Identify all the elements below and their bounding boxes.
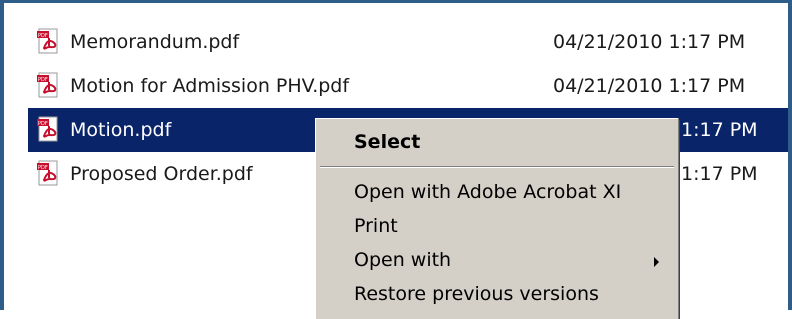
file-explorer-window: PDF Memorandum.pdf 04/21/2010 1:17 PM PD…: [0, 0, 792, 319]
file-name: Proposed Order.pdf: [70, 163, 253, 185]
menu-separator: [320, 166, 674, 168]
svg-text:PDF: PDF: [38, 165, 48, 171]
window-border-left: [0, 0, 4, 310]
file-date: 04/21/2010 1:17 PM: [553, 75, 746, 97]
file-row-motion-for-admission[interactable]: PDF Motion for Admission PHV.pdf 04/21/2…: [28, 64, 788, 108]
file-name: Motion.pdf: [70, 119, 172, 141]
svg-text:PDF: PDF: [38, 121, 48, 127]
file-date: 04/21/2010 1:17 PM: [553, 31, 746, 53]
pdf-icon: PDF: [36, 116, 64, 144]
menu-item-restore-previous-versions[interactable]: Restore previous versions: [354, 283, 599, 305]
menu-item-open-with-acrobat[interactable]: Open with Adobe Acrobat XI: [354, 181, 621, 203]
pdf-icon: PDF: [36, 72, 64, 100]
menu-item-open-with[interactable]: Open with: [354, 249, 451, 271]
file-row-memorandum[interactable]: PDF Memorandum.pdf 04/21/2010 1:17 PM: [28, 20, 788, 64]
submenu-arrow-icon: [654, 257, 659, 267]
window-border-right: [788, 0, 792, 310]
svg-text:PDF: PDF: [38, 33, 48, 39]
menu-item-select[interactable]: Select: [354, 131, 420, 153]
pdf-icon: PDF: [36, 28, 64, 56]
file-name: Memorandum.pdf: [70, 31, 240, 53]
pdf-icon: PDF: [36, 160, 64, 188]
svg-text:PDF: PDF: [38, 77, 48, 83]
window-border-top: [0, 0, 792, 3]
file-name: Motion for Admission PHV.pdf: [70, 75, 350, 97]
context-menu: Select Open with Adobe Acrobat XI Print …: [315, 118, 678, 319]
menu-item-print[interactable]: Print: [354, 215, 398, 237]
file-date: 1:17 PM: [681, 163, 758, 185]
file-date: 1:17 PM: [681, 119, 758, 141]
